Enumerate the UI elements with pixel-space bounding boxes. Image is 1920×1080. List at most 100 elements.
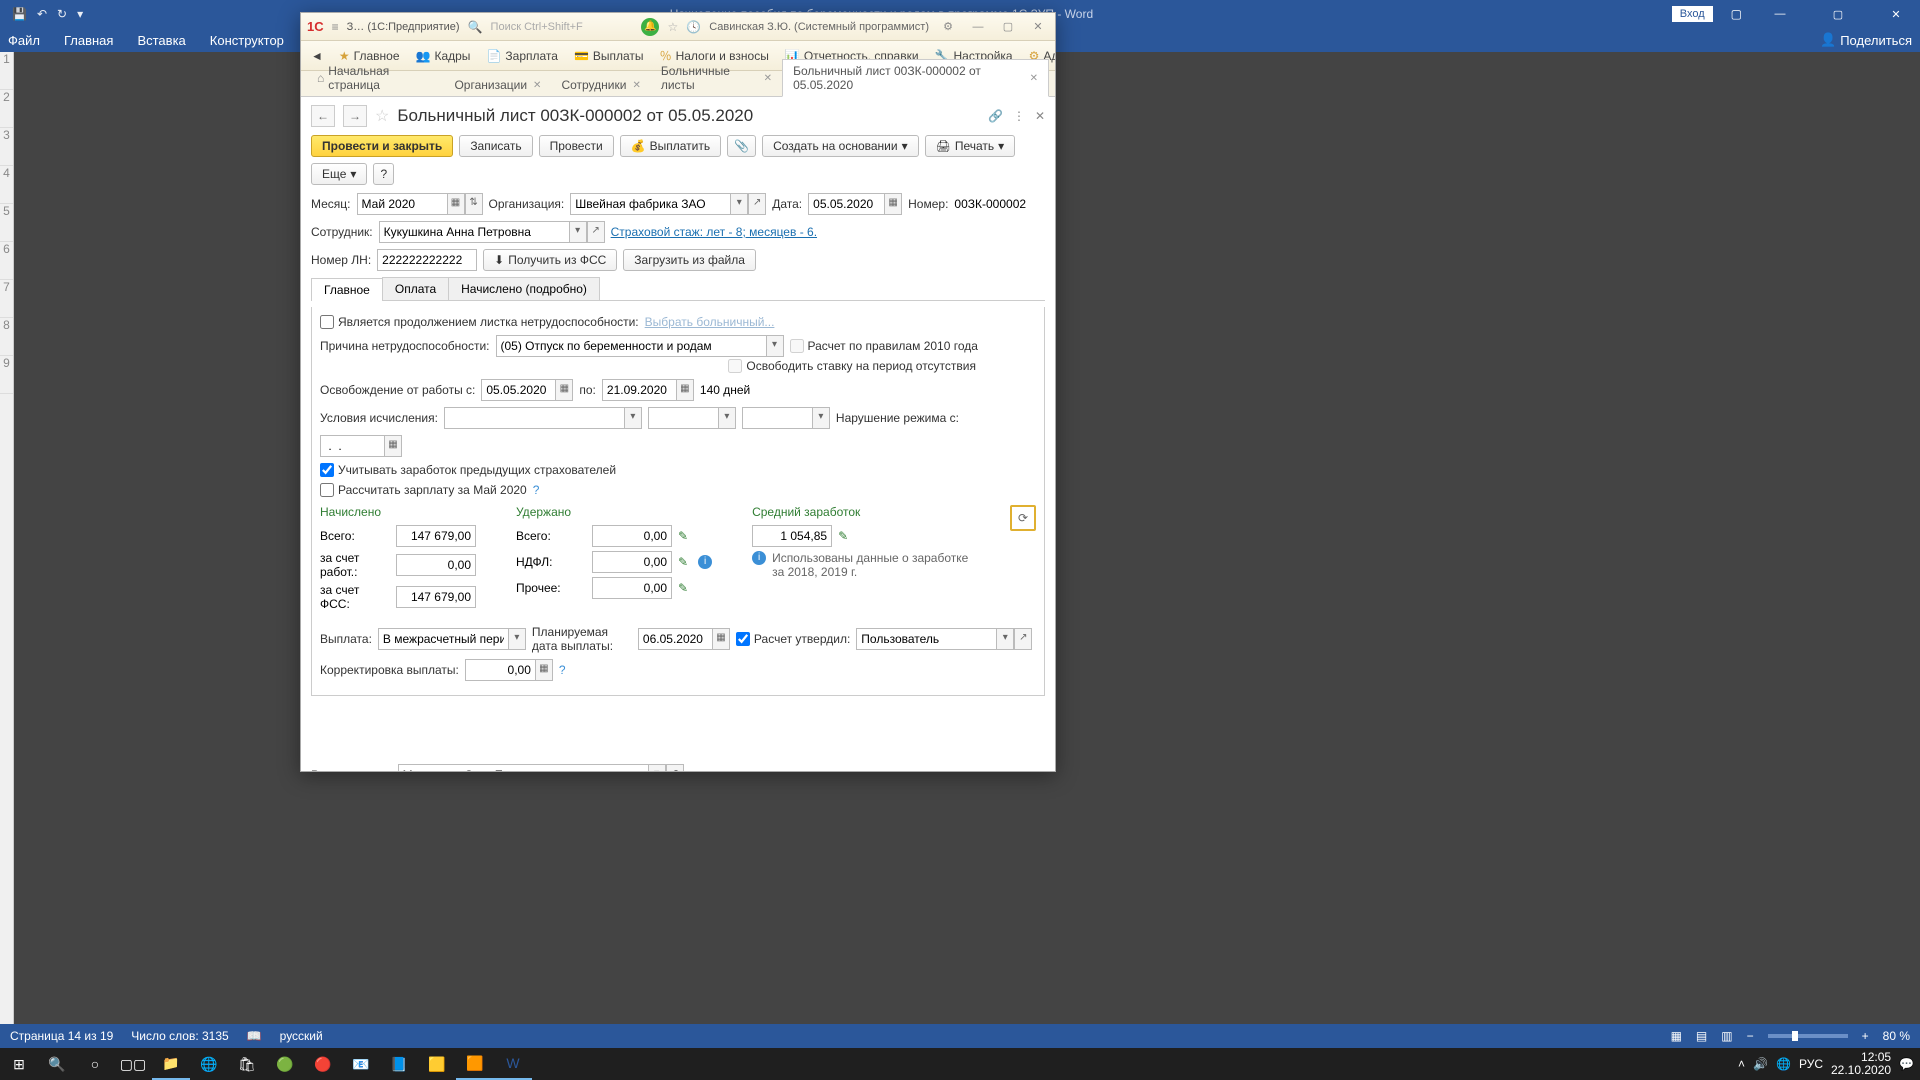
search-icon[interactable]: 🔍: [38, 1048, 76, 1080]
volume-icon[interactable]: 🔊: [1753, 1057, 1768, 1071]
accrued-total[interactable]: [396, 525, 476, 547]
tray-up-icon[interactable]: ˄: [1738, 1057, 1745, 1071]
subtab-main[interactable]: Главное: [311, 278, 383, 301]
approver[interactable]: [856, 628, 996, 650]
favorite-icon[interactable]: ☆: [375, 106, 389, 126]
history-icon[interactable]: 🕓: [686, 20, 701, 34]
settings-icon[interactable]: ⚙: [937, 20, 959, 33]
cond3-input[interactable]: [742, 407, 812, 429]
edit-icon[interactable]: ✎: [678, 581, 688, 595]
edit-icon[interactable]: ✎: [678, 529, 688, 543]
app-icon[interactable]: 📘: [380, 1048, 418, 1080]
app-icon[interactable]: 🟨: [418, 1048, 456, 1080]
dropdown-icon[interactable]: ▾: [766, 335, 784, 357]
1c-taskbar-icon[interactable]: 🟧: [456, 1048, 494, 1080]
save-icon[interactable]: 💾: [12, 7, 27, 21]
maximize-icon[interactable]: ▢: [1818, 8, 1858, 21]
word-count[interactable]: Число слов: 3135: [131, 1029, 228, 1043]
avg-earnings[interactable]: [752, 525, 832, 547]
keyboard-lang[interactable]: РУС: [1799, 1057, 1823, 1071]
date-input[interactable]: [808, 193, 884, 215]
post-and-close-button[interactable]: Провести и закрыть: [311, 135, 453, 157]
nav-payments[interactable]: 💳Выплаты: [574, 49, 644, 63]
close-tab-icon[interactable]: ✕: [533, 80, 541, 91]
opera-icon[interactable]: 🔴: [304, 1048, 342, 1080]
tab-design[interactable]: Конструктор: [210, 33, 284, 48]
calendar-icon[interactable]: ▦: [447, 193, 465, 215]
tab-orgs[interactable]: Организации✕: [444, 74, 551, 96]
insurance-period-link[interactable]: Страховой стаж: лет - 8; месяцев - 6.: [611, 225, 817, 239]
cond2-input[interactable]: [648, 407, 718, 429]
pay-button[interactable]: 💰Выплатить: [620, 135, 721, 157]
tab-current-doc[interactable]: Больничный лист 00ЗК-000002 от 05.05.202…: [782, 59, 1049, 97]
create-based-button[interactable]: Создать на основании ▾: [762, 135, 919, 157]
get-fss-button[interactable]: ⬇Получить из ФСС: [483, 249, 617, 271]
open-icon[interactable]: ↗: [666, 764, 684, 771]
calc-icon[interactable]: ▦: [535, 659, 553, 681]
print-button[interactable]: 🖨Печать ▾: [925, 135, 1016, 157]
calendar-icon[interactable]: ▦: [555, 379, 573, 401]
view-print-icon[interactable]: ▤: [1696, 1029, 1707, 1043]
choose-sicklist-link[interactable]: Выбрать больничный...: [645, 315, 775, 329]
calendar-icon[interactable]: ▦: [884, 193, 902, 215]
tab-employees[interactable]: Сотрудники✕: [551, 74, 650, 96]
cond1-input[interactable]: [444, 407, 624, 429]
accrued-fss[interactable]: [396, 586, 476, 608]
help-button[interactable]: ?: [373, 163, 394, 185]
edit-icon[interactable]: ✎: [678, 555, 688, 569]
help-icon[interactable]: ?: [559, 663, 566, 677]
load-file-button[interactable]: Загрузить из файла: [623, 249, 756, 271]
view-web-icon[interactable]: ▥: [1721, 1029, 1732, 1043]
date-to-input[interactable]: [602, 379, 676, 401]
tab-sicklists[interactable]: Больничные листы✕: [651, 60, 782, 96]
tab-file[interactable]: Файл: [8, 33, 40, 48]
corr-input[interactable]: [465, 659, 535, 681]
refresh-button[interactable]: ⟳: [1010, 505, 1036, 531]
signin-button[interactable]: Вход: [1672, 6, 1713, 22]
zoom-in-icon[interactable]: +: [1862, 1029, 1869, 1043]
clock[interactable]: 12:05 22.10.2020: [1831, 1051, 1891, 1077]
continuation-checkbox[interactable]: Является продолжением листка нетрудоспос…: [320, 315, 639, 329]
close-tab-icon[interactable]: ✕: [632, 80, 640, 91]
nav-fwd-button[interactable]: →: [343, 105, 367, 127]
approved-checkbox[interactable]: Расчет утвердил:: [736, 632, 850, 646]
burger-icon[interactable]: ≡: [332, 20, 339, 34]
word-taskbar-icon[interactable]: W: [494, 1048, 532, 1080]
subtab-accrued[interactable]: Начислено (подробно): [448, 277, 600, 300]
calendar-icon[interactable]: ▦: [384, 435, 402, 457]
dropdown-icon[interactable]: ▾: [569, 221, 587, 243]
search-icon[interactable]: 🔍: [468, 20, 483, 34]
language-status[interactable]: русский: [280, 1029, 323, 1043]
info-icon[interactable]: i: [698, 555, 712, 569]
attach-button[interactable]: 📎: [727, 135, 756, 157]
minimize-icon[interactable]: —: [1760, 8, 1800, 20]
manager-input[interactable]: [398, 764, 648, 771]
explorer-icon[interactable]: 📁: [152, 1048, 190, 1080]
reason-input[interactable]: [496, 335, 766, 357]
win-close-icon[interactable]: ✕: [1027, 20, 1049, 33]
employee-input[interactable]: [379, 221, 569, 243]
taskview-icon[interactable]: ▢▢: [114, 1048, 152, 1080]
zoom-out-icon[interactable]: −: [1747, 1029, 1754, 1043]
outlook-icon[interactable]: 📧: [342, 1048, 380, 1080]
recalc-checkbox[interactable]: Рассчитать зарплату за Май 2020: [320, 483, 527, 497]
close-tab-icon[interactable]: ✕: [764, 73, 772, 84]
edit-icon[interactable]: ✎: [838, 529, 848, 543]
display-mode-icon[interactable]: ▢: [1731, 7, 1742, 21]
zoom-slider[interactable]: [1768, 1034, 1848, 1038]
nav-salary[interactable]: 📄Зарплата: [486, 49, 558, 63]
win-maximize-icon[interactable]: ▢: [997, 20, 1019, 33]
subtab-payment[interactable]: Оплата: [382, 277, 449, 300]
violation-input[interactable]: [320, 435, 384, 457]
store-icon[interactable]: 🛍: [228, 1048, 266, 1080]
payment-type[interactable]: [378, 628, 508, 650]
tab-home[interactable]: Главная: [64, 33, 113, 48]
spinner-icon[interactable]: ⇅: [465, 193, 483, 215]
chrome-icon[interactable]: 🟢: [266, 1048, 304, 1080]
bell-icon[interactable]: 🔔: [641, 18, 659, 36]
date-from-input[interactable]: [481, 379, 555, 401]
calendar-icon[interactable]: ▦: [676, 379, 694, 401]
dropdown-icon[interactable]: ▾: [648, 764, 666, 771]
undo-icon[interactable]: ↶: [37, 7, 47, 21]
star-icon[interactable]: ☆: [667, 20, 678, 34]
